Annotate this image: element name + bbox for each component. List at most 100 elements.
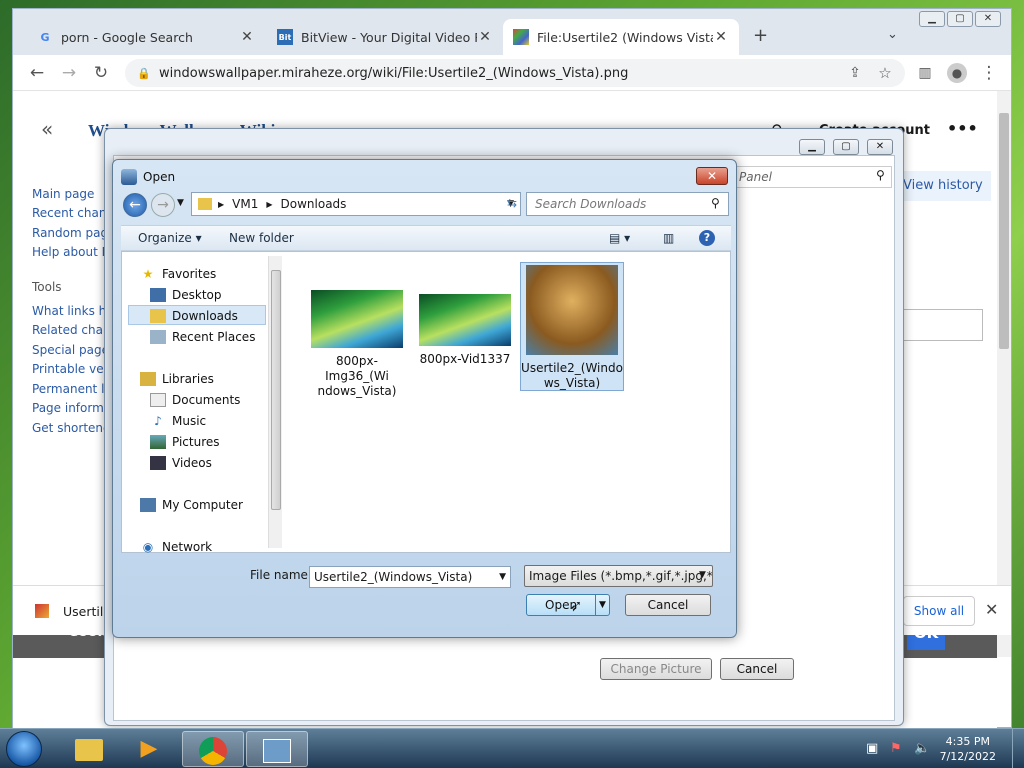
search-icon[interactable]: ⚲	[711, 196, 720, 210]
nav-my-computer[interactable]: My Computer	[140, 495, 243, 515]
nav-favorites[interactable]: ★ Favorites	[140, 264, 217, 284]
menu-dots-icon[interactable]: ⋮	[979, 63, 999, 83]
scrollbar-thumb[interactable]	[999, 113, 1009, 349]
new-tab-icon[interactable]: +	[753, 25, 768, 46]
network-tray-icon[interactable]: ▣	[866, 741, 878, 756]
nav-downloads[interactable]: Downloads	[150, 306, 238, 326]
nav-link-help[interactable]: Help about MediaWiki	[32, 245, 107, 259]
show-desktop-button[interactable]	[1012, 729, 1024, 768]
wiki-input-box[interactable]	[899, 309, 983, 341]
share-icon[interactable]: ⇪	[845, 63, 865, 83]
tool-link-what-links-here[interactable]: What links here	[32, 304, 107, 318]
tab-search-icon[interactable]: ⌄	[887, 27, 898, 42]
file-item-vid1337[interactable]: 800px-Vid1337	[414, 294, 516, 367]
refresh-icon[interactable]: ⇆	[507, 196, 517, 210]
nav-network[interactable]: ◉ Network	[140, 537, 212, 557]
view-history-link[interactable]: View history	[899, 171, 991, 201]
nav-link-random-page[interactable]: Random page	[32, 226, 107, 240]
breadcrumb-downloads[interactable]: Downloads	[281, 197, 347, 211]
nav-libraries[interactable]: Libraries	[140, 369, 214, 389]
navigation-row: ← → ▼ ▶ VM1 ▶ Downloads ▼ ⇆ Search Downl…	[121, 190, 731, 220]
file-browser: ★ Favorites Desktop Downloads Recent Plac…	[121, 251, 731, 554]
file-item-usertile2[interactable]: Usertile2_(Windo ws_Vista)	[521, 265, 623, 391]
start-button[interactable]	[6, 731, 42, 767]
file-item-img36[interactable]: 800px-Img36_(Wi ndows_Vista)	[306, 290, 408, 399]
tool-link-special-pages[interactable]: Special pages	[32, 343, 107, 357]
open-button[interactable]: Open ▼	[526, 594, 610, 616]
file-type-select[interactable]: Image Files (*.bmp,*.gif,*.jpg,*.	[524, 565, 713, 587]
close-download-bar-icon[interactable]: ✕	[985, 600, 998, 619]
nav-music[interactable]: ♪ Music	[150, 411, 206, 431]
control-panel-taskbar-button[interactable]	[246, 731, 308, 767]
back-icon[interactable]: ←	[123, 193, 147, 217]
organize-label: Organize	[138, 231, 192, 245]
nav-scrollbar[interactable]	[268, 256, 282, 548]
nav-desktop[interactable]: Desktop	[150, 285, 222, 305]
new-folder-button[interactable]: New folder	[229, 231, 294, 245]
more-icon[interactable]: •••	[947, 119, 978, 138]
tab-bitview[interactable]: Bit BitView - Your Digital Video Repo ✕	[267, 19, 503, 55]
nav-link-main-page[interactable]: Main page	[32, 187, 107, 201]
chevron-down-icon[interactable]: ▼	[699, 570, 706, 580]
forward-icon[interactable]: →	[151, 193, 175, 217]
minimize-icon[interactable]: ▁	[919, 11, 945, 27]
tab-active-file[interactable]: File:Usertile2 (Windows Vista).pn ✕	[503, 19, 739, 55]
nav-documents[interactable]: Documents	[150, 390, 240, 410]
bookmark-star-icon[interactable]: ☆	[875, 63, 895, 83]
search-icon[interactable]: ⚲	[876, 168, 885, 182]
recent-pages-icon[interactable]: ▼	[177, 198, 184, 208]
collapse-sidebar-icon[interactable]: «	[41, 117, 53, 141]
media-player-taskbar-button[interactable]: ▶	[118, 731, 180, 767]
help-icon[interactable]: ?	[699, 230, 715, 246]
reload-icon[interactable]: ↻	[91, 63, 111, 83]
chevron-down-icon[interactable]: ▼	[499, 567, 506, 587]
profile-icon[interactable]: ●	[947, 63, 967, 83]
action-center-icon[interactable]: ⚑	[890, 741, 902, 756]
close-tab-icon[interactable]: ✕	[477, 29, 493, 45]
change-view-icon[interactable]: ▤ ▾	[609, 231, 630, 245]
tab-google-search[interactable]: G porn - Google Search ✕	[27, 19, 265, 55]
clock[interactable]: 4:35 PM 7/12/2022	[940, 734, 996, 764]
computer-icon	[140, 498, 156, 512]
back-icon[interactable]: ←	[27, 63, 47, 83]
scrollbar-thumb[interactable]	[271, 270, 281, 510]
nav-videos[interactable]: Videos	[150, 453, 212, 473]
cancel-button[interactable]: Cancel	[625, 594, 711, 616]
preview-pane-icon[interactable]: ▥	[663, 231, 674, 245]
forward-icon[interactable]: →	[59, 63, 79, 83]
open-file-dialog: Open ✕ ← → ▼ ▶ VM1 ▶ Downloads ▼ ⇆ Searc…	[112, 159, 737, 638]
tool-link-printable[interactable]: Printable version	[32, 362, 107, 376]
close-icon[interactable]: ✕	[867, 139, 893, 155]
panel-search-input[interactable]: Panel	[710, 166, 892, 188]
minimize-icon[interactable]: ▁	[799, 139, 825, 155]
close-tab-icon[interactable]: ✕	[239, 29, 255, 45]
page-scrollbar[interactable]	[997, 91, 1011, 657]
address-bar[interactable]: 🔒 windowswallpaper.miraheze.org/wiki/Fil…	[125, 59, 905, 87]
maximize-icon[interactable]: ▢	[833, 139, 859, 155]
change-picture-button[interactable]: Change Picture	[600, 658, 712, 680]
breadcrumb[interactable]: ▶ VM1 ▶ Downloads ▼	[191, 192, 521, 216]
tool-link-short-url[interactable]: Get shortened URL	[32, 421, 107, 435]
nav-link-recent-changes[interactable]: Recent changes	[32, 206, 107, 220]
side-panel-icon[interactable]: ▥	[915, 63, 935, 83]
tab-label: porn - Google Search	[61, 29, 193, 45]
search-downloads-input[interactable]: Search Downloads	[526, 192, 729, 216]
maximize-icon[interactable]: ▢	[947, 11, 973, 27]
tool-link-related-changes[interactable]: Related changes	[32, 323, 107, 337]
close-icon[interactable]: ✕	[975, 11, 1001, 27]
close-tab-icon[interactable]: ✕	[713, 29, 729, 45]
volume-icon[interactable]: 🔈	[914, 741, 930, 756]
parent-cancel-button[interactable]: Cancel	[720, 658, 794, 680]
nav-pictures[interactable]: Pictures	[150, 432, 220, 452]
organize-button[interactable]: Organize ▾	[138, 231, 202, 245]
close-icon[interactable]: ✕	[696, 167, 728, 185]
file-name-input[interactable]: Usertile2_(Windows_Vista) ▼	[309, 566, 511, 588]
chevron-down-icon[interactable]: ▼	[595, 595, 609, 615]
tool-link-permanent[interactable]: Permanent link	[32, 382, 107, 396]
chrome-taskbar-button[interactable]	[182, 731, 244, 767]
breadcrumb-vm1[interactable]: VM1	[232, 197, 258, 211]
nav-recent-places[interactable]: Recent Places	[150, 327, 255, 347]
explorer-taskbar-button[interactable]	[58, 731, 120, 767]
show-all-button[interactable]: Show all	[903, 596, 975, 626]
tool-link-page-info[interactable]: Page information	[32, 401, 107, 415]
